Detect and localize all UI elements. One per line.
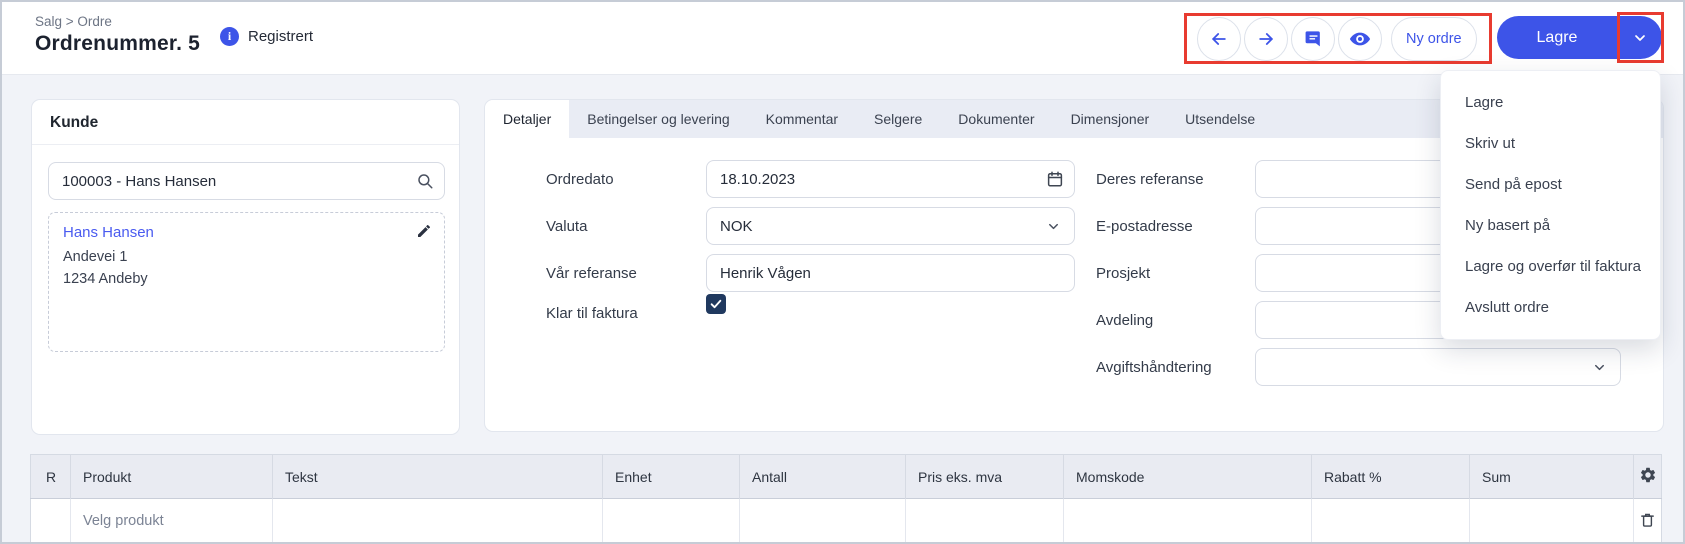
chevron-down-icon bbox=[1046, 219, 1061, 234]
delete-row-button[interactable] bbox=[1634, 499, 1662, 544]
col-header-momskode: Momskode bbox=[1064, 455, 1312, 499]
project-label: Prosjekt bbox=[1096, 265, 1150, 282]
edit-customer-button[interactable] bbox=[416, 223, 432, 239]
trash-icon bbox=[1639, 511, 1656, 529]
currency-field: NOK bbox=[706, 207, 1075, 245]
cell-tekst[interactable] bbox=[273, 499, 603, 544]
order-page: Salg > Ordre Ordrenummer. 5 i Registrert bbox=[0, 0, 1685, 544]
vat-handling-field bbox=[1255, 348, 1621, 386]
email-label: E-postadresse bbox=[1096, 218, 1193, 235]
customer-address-line2: 1234 Andeby bbox=[63, 268, 430, 290]
save-dropdown-menu: Lagre Skriv ut Send på epost Ny basert p… bbox=[1440, 70, 1661, 340]
toolbar-annotation-box: Ny ordre bbox=[1184, 13, 1492, 64]
tab-detaljer[interactable]: Detaljer bbox=[485, 100, 569, 138]
currency-label: Valuta bbox=[546, 218, 587, 235]
caret-annotation-box bbox=[1617, 12, 1664, 63]
search-icon[interactable] bbox=[416, 172, 434, 190]
cell-pris[interactable] bbox=[906, 499, 1064, 544]
ready-for-invoice-checkbox[interactable] bbox=[706, 294, 726, 314]
gear-icon bbox=[1639, 466, 1657, 484]
save-button[interactable]: Lagre bbox=[1497, 16, 1617, 59]
preview-button[interactable] bbox=[1338, 17, 1382, 61]
calendar-icon[interactable] bbox=[1046, 170, 1064, 188]
chat-icon bbox=[1304, 29, 1323, 48]
order-date-input[interactable] bbox=[706, 160, 1075, 198]
customer-search bbox=[48, 162, 445, 200]
order-lines-table: R Produkt Tekst Enhet Antall Pris eks. m… bbox=[30, 454, 1662, 544]
customer-summary-card: Hans Hansen Andevei 1 1234 Andeby bbox=[48, 212, 445, 352]
our-reference-field bbox=[706, 254, 1075, 292]
order-date-label: Ordredato bbox=[546, 171, 614, 188]
cell-sum[interactable] bbox=[1470, 499, 1634, 544]
customer-search-input[interactable] bbox=[48, 162, 445, 200]
currency-value: NOK bbox=[720, 218, 753, 235]
check-icon bbox=[709, 297, 723, 311]
arrow-right-icon bbox=[1256, 29, 1276, 49]
ready-for-invoice-label: Klar til faktura bbox=[546, 305, 638, 322]
col-header-enhet: Enhet bbox=[603, 455, 740, 499]
eye-icon bbox=[1349, 28, 1371, 50]
currency-select[interactable]: NOK bbox=[706, 207, 1075, 245]
menu-item-close-order[interactable]: Avslutt ordre bbox=[1441, 287, 1660, 328]
menu-item-new-based-on[interactable]: Ny basert på bbox=[1441, 205, 1660, 246]
col-header-antall: Antall bbox=[740, 455, 906, 499]
menu-item-save-transfer-invoice[interactable]: Lagre og overfør til faktura bbox=[1441, 246, 1660, 287]
col-header-rabatt: Rabatt % bbox=[1312, 455, 1470, 499]
new-order-button[interactable]: Ny ordre bbox=[1391, 17, 1477, 61]
menu-item-send-email[interactable]: Send på epost bbox=[1441, 164, 1660, 205]
forward-button[interactable] bbox=[1244, 17, 1288, 61]
tab-selgere[interactable]: Selgere bbox=[856, 100, 940, 138]
cell-momskode[interactable] bbox=[1064, 499, 1312, 544]
col-header-r: R bbox=[31, 455, 71, 499]
product-picker-cell[interactable]: Velg produkt bbox=[71, 499, 273, 544]
col-header-sum: Sum bbox=[1470, 455, 1634, 499]
cell-enhet[interactable] bbox=[603, 499, 740, 544]
cell-antall[interactable] bbox=[740, 499, 906, 544]
menu-item-print[interactable]: Skriv ut bbox=[1441, 123, 1660, 164]
tab-kommentar[interactable]: Kommentar bbox=[748, 100, 856, 138]
customer-panel: Kunde Hans Hansen Andevei 1 1234 Andeby bbox=[31, 99, 460, 435]
info-icon[interactable]: i bbox=[220, 27, 239, 46]
tab-dokumenter[interactable]: Dokumenter bbox=[940, 100, 1052, 138]
cell-r bbox=[31, 499, 71, 544]
tab-utsendelse[interactable]: Utsendelse bbox=[1167, 100, 1273, 138]
menu-item-save[interactable]: Lagre bbox=[1441, 82, 1660, 123]
page-header: Salg > Ordre Ordrenummer. 5 i Registrert bbox=[2, 2, 1683, 75]
tab-betingelser-og-levering[interactable]: Betingelser og levering bbox=[569, 100, 747, 138]
vat-handling-label: Avgiftshåndtering bbox=[1096, 359, 1212, 376]
our-reference-input[interactable] bbox=[706, 254, 1075, 292]
arrow-left-icon bbox=[1209, 29, 1229, 49]
col-header-produkt: Produkt bbox=[71, 455, 273, 499]
vat-handling-select[interactable] bbox=[1255, 348, 1621, 386]
status-label: Registrert bbox=[248, 28, 313, 45]
order-date-field bbox=[706, 160, 1075, 198]
customer-panel-title: Kunde bbox=[32, 100, 459, 145]
ready-for-invoice-field bbox=[706, 294, 726, 332]
table-header-row: R Produkt Tekst Enhet Antall Pris eks. m… bbox=[31, 455, 1662, 499]
our-reference-label: Vår referanse bbox=[546, 265, 637, 282]
department-label: Avdeling bbox=[1096, 312, 1153, 329]
pencil-icon bbox=[416, 223, 432, 239]
col-header-tekst: Tekst bbox=[273, 455, 603, 499]
chevron-down-icon bbox=[1592, 360, 1607, 375]
breadcrumb[interactable]: Salg > Ordre bbox=[35, 14, 112, 29]
cell-rabatt[interactable] bbox=[1312, 499, 1470, 544]
table-row: Velg produkt bbox=[31, 499, 1662, 544]
customer-name-link[interactable]: Hans Hansen bbox=[63, 224, 430, 241]
page-title: Ordrenummer. 5 bbox=[35, 32, 200, 56]
customer-address-line1: Andevei 1 bbox=[63, 246, 430, 268]
col-header-pris: Pris eks. mva bbox=[906, 455, 1064, 499]
status-badge: i Registrert bbox=[220, 27, 313, 46]
back-button[interactable] bbox=[1197, 17, 1241, 61]
comment-button[interactable] bbox=[1291, 17, 1335, 61]
tab-dimensjoner[interactable]: Dimensjoner bbox=[1053, 100, 1168, 138]
their-reference-label: Deres referanse bbox=[1096, 171, 1204, 188]
column-settings-button[interactable] bbox=[1634, 455, 1662, 499]
